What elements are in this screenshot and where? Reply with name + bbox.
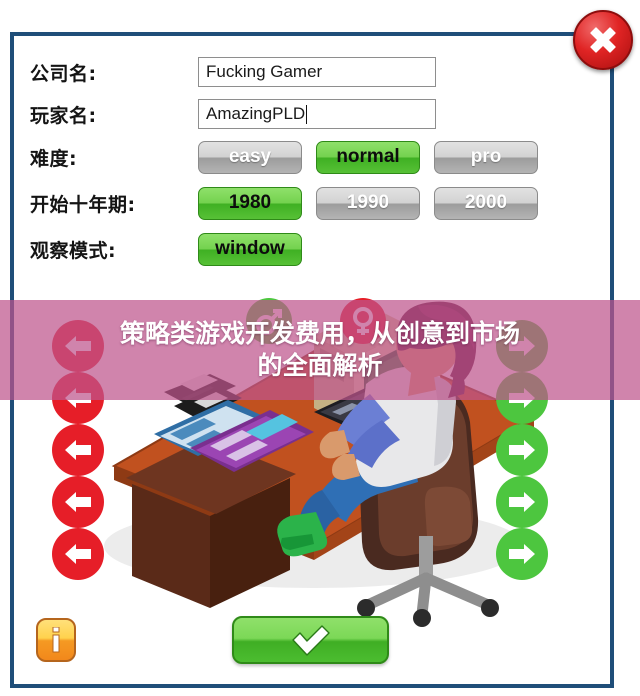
player-name-value: AmazingPLD [206,104,306,123]
difficulty-option-pro[interactable]: pro [434,140,538,174]
player-name-row: 玩家名: AmazingPLD [30,96,590,132]
company-name-label: 公司名: [30,62,97,85]
arrow-left-button-4[interactable] [52,476,104,528]
info-icon [52,627,60,653]
gender-male-button[interactable] [246,298,292,344]
info-button[interactable] [36,618,76,662]
arrow-right-button-3[interactable] [496,424,548,476]
female-gender-icon [353,307,373,335]
arrow-right-button-2[interactable] [496,372,548,424]
arrow-right-button-5[interactable] [496,528,548,580]
close-button[interactable] [573,10,633,70]
arrow-left-icon [65,440,91,460]
arrow-right-icon [509,492,535,512]
screen-root: 公司名: Fucking Gamer 玩家名: AmazingPLD 难度: e… [0,0,640,696]
arrow-left-button-3[interactable] [52,424,104,476]
close-x-icon [590,27,616,53]
arrow-right-icon [509,336,535,356]
arrow-left-icon [65,544,91,564]
difficulty-row: 难度: easy normal pro [30,138,590,176]
player-name-input[interactable]: AmazingPLD [198,99,436,129]
arrow-left-button-5[interactable] [52,528,104,580]
arrow-left-button-2[interactable] [52,372,104,424]
dialog-content: 公司名: Fucking Gamer 玩家名: AmazingPLD 难度: e… [14,36,610,684]
difficulty-option-easy[interactable]: easy [198,140,302,174]
arrow-left-icon [65,388,91,408]
male-gender-icon [256,309,282,335]
start-decade-option-1990[interactable]: 1990 [316,186,420,220]
dialog-footer [14,612,610,678]
arrow-right-icon [509,440,535,460]
player-name-label: 玩家名: [30,104,97,127]
arrow-right-button-4[interactable] [496,476,548,528]
start-decade-option-1980[interactable]: 1980 [198,186,302,220]
company-name-row: 公司名: Fucking Gamer [30,54,590,90]
company-name-value: Fucking Gamer [206,62,323,81]
arrow-left-button-1[interactable] [52,320,104,372]
arrow-right-icon [509,544,535,564]
gender-female-button[interactable] [340,298,386,344]
difficulty-option-normal[interactable]: normal [316,140,420,174]
company-name-input[interactable]: Fucking Gamer [198,57,436,87]
arrow-left-icon [65,336,91,356]
arrow-right-icon [509,388,535,408]
check-icon [291,625,330,656]
start-decade-label: 开始十年期: [30,193,136,216]
difficulty-label: 难度: [30,147,78,170]
arrow-right-button-1[interactable] [496,320,548,372]
text-caret [306,104,308,124]
start-decade-option-2000[interactable]: 2000 [434,186,538,220]
illustration-scene [14,216,610,636]
confirm-button[interactable] [232,616,389,664]
arrow-left-icon [65,492,91,512]
settings-dialog-window: 公司名: Fucking Gamer 玩家名: AmazingPLD 难度: e… [10,32,614,688]
